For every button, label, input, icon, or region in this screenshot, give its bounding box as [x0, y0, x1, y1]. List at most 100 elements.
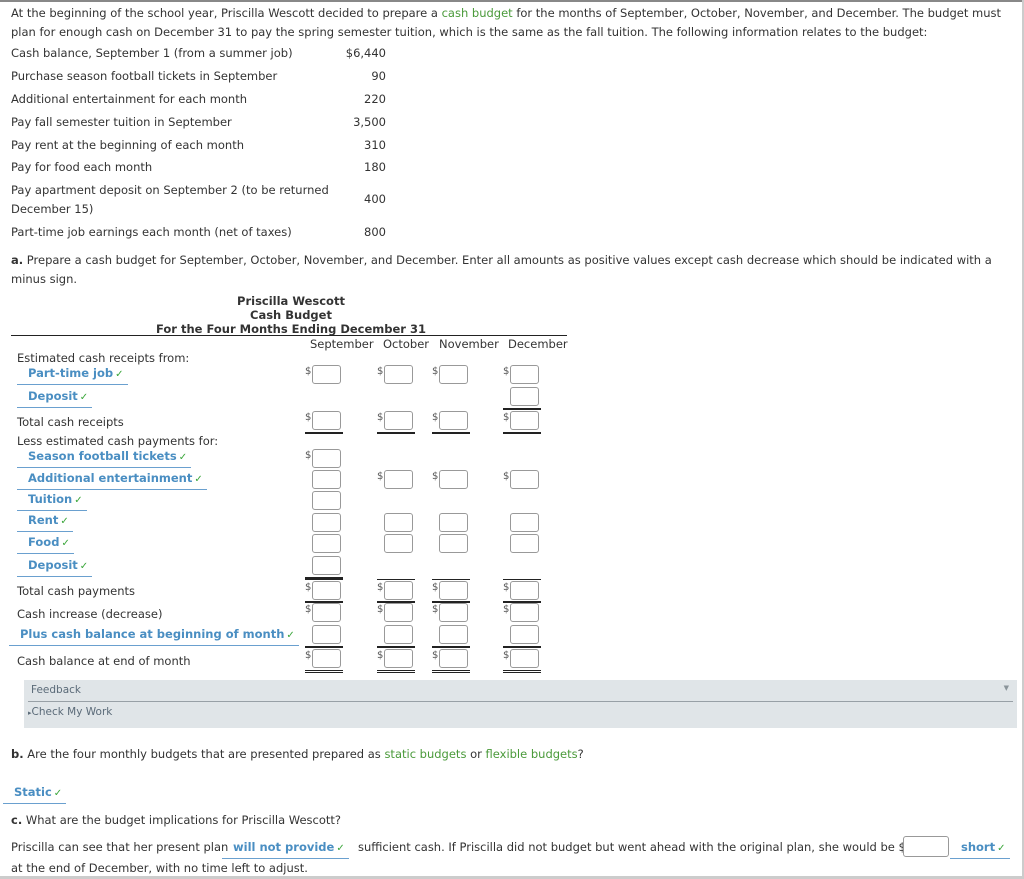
- amount-input[interactable]: [439, 534, 468, 553]
- cell-additional-entertainment-november: $: [432, 469, 470, 491]
- cell-food-october: [377, 533, 415, 555]
- shortfall-amount-input[interactable]: [903, 836, 949, 857]
- cell-cash-increase-september: $: [305, 602, 343, 624]
- cell-total-payments-september: $: [305, 579, 343, 603]
- dropdown-will-not-provide[interactable]: will not provide ✓: [222, 839, 349, 859]
- dollar-sign: $: [305, 412, 312, 423]
- dollar-sign: $: [305, 604, 312, 615]
- amount-input[interactable]: [439, 603, 468, 622]
- amount-input[interactable]: [312, 581, 341, 600]
- dollar-sign: $: [377, 471, 384, 482]
- dollar-sign: $: [377, 604, 384, 615]
- ending-balance-label: Cash balance at end of month: [17, 654, 191, 668]
- amount-input[interactable]: [510, 365, 539, 384]
- amount-input[interactable]: [439, 513, 468, 532]
- dollar-sign: $: [432, 412, 439, 423]
- dropdown-additional-entertainment[interactable]: Additional entertainment ✓: [17, 470, 207, 490]
- amount-input[interactable]: [312, 491, 341, 510]
- given-value: 90: [371, 69, 386, 83]
- term-static-budgets[interactable]: static budgets: [384, 747, 466, 761]
- amount-input[interactable]: [510, 649, 539, 668]
- amount-input[interactable]: [510, 513, 539, 532]
- amount-input[interactable]: [312, 365, 341, 384]
- amount-input[interactable]: [510, 411, 539, 430]
- dropdown-part-time-job[interactable]: Part-time job ✓: [17, 365, 128, 385]
- question-b-text: or: [466, 747, 486, 761]
- question-b-text: Are the four monthly budgets that are pr…: [23, 747, 385, 761]
- dropdown-beginning-balance[interactable]: Plus cash balance at beginning of month ✓: [9, 626, 299, 646]
- question-a-letter: a.: [11, 253, 24, 267]
- cell-total-payments-november: $: [432, 579, 470, 603]
- dollar-sign: $: [503, 582, 510, 593]
- amount-input[interactable]: [439, 470, 468, 489]
- check-icon: ✓: [178, 452, 188, 463]
- amount-input[interactable]: [312, 603, 341, 622]
- dollar-sign: $: [377, 650, 384, 661]
- amount-input[interactable]: [439, 411, 468, 430]
- given-label: Pay fall semester tuition in September: [11, 115, 232, 129]
- dropdown-rent[interactable]: Rent ✓: [17, 512, 73, 532]
- dropdown-short[interactable]: short ✓: [950, 839, 1010, 859]
- amount-input[interactable]: [510, 470, 539, 489]
- amount-input[interactable]: [384, 649, 413, 668]
- amount-input[interactable]: [510, 581, 539, 600]
- amount-input[interactable]: [439, 581, 468, 600]
- dollar-sign: $: [432, 471, 439, 482]
- amount-input[interactable]: [312, 411, 341, 430]
- term-cash-budget[interactable]: cash budget: [442, 6, 513, 20]
- amount-input[interactable]: [510, 603, 539, 622]
- cell-total-receipts-november: $: [432, 410, 470, 434]
- check-icon: ✓: [194, 474, 203, 485]
- question-b-text: ?: [577, 747, 584, 761]
- amount-input[interactable]: [384, 625, 413, 644]
- amount-input[interactable]: [510, 534, 539, 553]
- amount-input[interactable]: [439, 625, 468, 644]
- dropdown-deposit-receipt[interactable]: Deposit ✓: [17, 388, 93, 408]
- cell-food-december: [503, 533, 541, 555]
- dollar-sign: $: [305, 650, 312, 661]
- collapse-arrow-icon[interactable]: ▼: [1004, 684, 1009, 692]
- given-label: Pay for food each month: [11, 160, 153, 174]
- amount-input[interactable]: [384, 534, 413, 553]
- amount-input[interactable]: [312, 625, 341, 644]
- amount-input[interactable]: [384, 411, 413, 430]
- amount-input[interactable]: [312, 534, 341, 553]
- cell-additional-entertainment-october: $: [377, 469, 415, 491]
- term-flexible-budgets[interactable]: flexible budgets: [486, 747, 578, 761]
- question-c-text: What are the budget implications for Pri…: [22, 813, 342, 827]
- dropdown-season-football-tickets[interactable]: Season football tickets ✓: [17, 448, 192, 468]
- amount-input[interactable]: [384, 365, 413, 384]
- amount-input[interactable]: [312, 449, 341, 468]
- dollar-sign: $: [305, 582, 312, 593]
- dropdown-label: Plus cash balance at beginning of month: [20, 627, 285, 641]
- given-label: Pay apartment deposit on September 2 (to…: [11, 183, 329, 216]
- given-value: $6,440: [345, 46, 386, 60]
- amount-input[interactable]: [510, 625, 539, 644]
- dropdown-deposit-payment[interactable]: Deposit ✓: [17, 557, 93, 577]
- check-my-work-link[interactable]: ▸Check My Work: [28, 706, 112, 718]
- cell-season-football-tickets-september: $: [305, 448, 343, 470]
- check-icon: ✓: [997, 843, 1006, 854]
- dropdown-tuition[interactable]: Tuition ✓: [17, 491, 87, 511]
- amount-input[interactable]: [510, 387, 539, 406]
- amount-input[interactable]: [384, 513, 413, 532]
- amount-input[interactable]: [312, 513, 341, 532]
- amount-input[interactable]: [384, 603, 413, 622]
- cell-deposit-payment-september: [305, 555, 343, 579]
- dropdown-budget-type[interactable]: Static ✓: [3, 784, 67, 804]
- amount-input[interactable]: [312, 649, 341, 668]
- budget-period: For the Four Months Ending December 31: [156, 322, 426, 336]
- dropdown-label: short: [961, 840, 996, 854]
- dropdown-food[interactable]: Food ✓: [17, 534, 74, 554]
- amount-input[interactable]: [312, 470, 341, 489]
- amount-input[interactable]: [439, 365, 468, 384]
- amount-input[interactable]: [384, 470, 413, 489]
- cell-cash-increase-december: $: [503, 602, 541, 624]
- cell-ending-balance-november: $: [432, 648, 470, 673]
- cell-rent-september: [305, 512, 343, 534]
- amount-input[interactable]: [439, 649, 468, 668]
- cell-beginning-balance-october: [377, 624, 415, 648]
- amount-input[interactable]: [312, 556, 341, 575]
- cell-beginning-balance-december: [503, 624, 541, 648]
- amount-input[interactable]: [384, 581, 413, 600]
